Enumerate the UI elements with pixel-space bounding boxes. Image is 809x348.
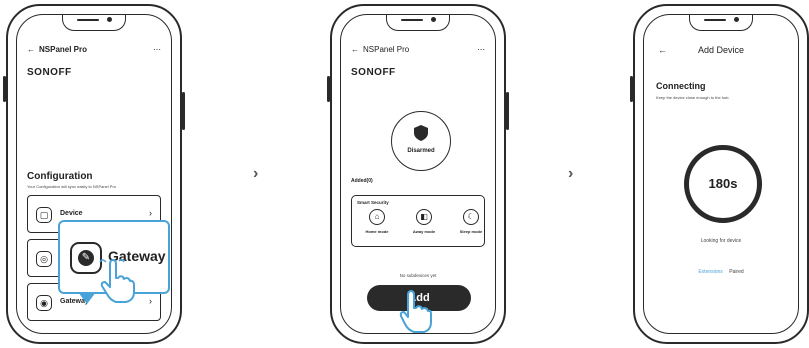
countdown-timer: 180s [684, 145, 762, 223]
arrow-left-icon[interactable]: ← [27, 45, 35, 54]
brand-logo: SONOFF [27, 67, 72, 78]
page-title: Add Device [697, 45, 745, 55]
app-bar: ← NSPanel Pro ⋯ [351, 45, 485, 59]
away-icon: ◧ [416, 209, 432, 225]
shield-icon [414, 125, 428, 141]
sleep-icon: ☾ [463, 209, 479, 225]
section-subtitle: Your Configuration will sync easily to N… [27, 184, 117, 189]
app-title: NSPanel Pro [363, 45, 410, 54]
power-button [506, 92, 509, 130]
extensions-link[interactable]: Extensions [698, 269, 722, 275]
result-links: Extensions Paired [644, 269, 798, 275]
app-bar: ← NSPanel Pro ⋯ [27, 45, 161, 59]
chevron-right-icon: › [149, 208, 152, 218]
smart-security-panel: Smart Security ⌂ Home mode ◧ Away mode ☾… [351, 195, 485, 247]
volume-button [327, 76, 330, 102]
more-icon[interactable]: ⋯ [477, 45, 485, 54]
section-title: Configuration [27, 171, 93, 182]
phone-notch [689, 15, 753, 31]
connecting-description: Keep the device close enough to the hub. [656, 95, 730, 100]
security-title: Smart Security [357, 200, 389, 205]
phone-screen: ← Add Device Connecting Keep the device … [643, 14, 799, 334]
power-button [182, 92, 185, 130]
search-status: Looking for device [700, 238, 742, 244]
home-mode-button[interactable]: ⌂ Home mode [356, 209, 398, 234]
away-mode-button[interactable]: ◧ Away mode [403, 209, 445, 234]
sleep-mode-button[interactable]: ☾ Sleep mode [450, 209, 492, 234]
connecting-heading: Connecting [656, 81, 706, 91]
empty-hint: No subdevices yet [399, 273, 437, 278]
device-icon: ▢ [36, 207, 52, 223]
home-icon: ⌂ [369, 209, 385, 225]
arm-status-label: Disarmed [407, 148, 435, 154]
phone-frame-add-device: ← Add Device Connecting Keep the device … [630, 4, 809, 344]
mode-label: Home mode [365, 229, 389, 234]
brand-logo: SONOFF [351, 67, 396, 78]
phone-screen: ← NSPanel Pro ⋯ SONOFF Disarmed Added(0)… [340, 14, 496, 334]
paired-link[interactable]: Paired [729, 269, 743, 275]
volume-button [3, 76, 6, 102]
added-count: Added(0) [351, 178, 373, 184]
next-step-chevron-icon: › [568, 165, 574, 182]
phone-notch [62, 15, 126, 31]
tap-hand-icon [99, 258, 135, 303]
volume-button [630, 76, 633, 102]
arm-status-button[interactable]: Disarmed [391, 111, 451, 171]
phone-notch [386, 15, 450, 31]
mode-label: Sleep mode [459, 229, 483, 234]
tap-hand-icon [399, 290, 432, 333]
mode-label: Away mode [412, 229, 436, 234]
hub-icon: ◎ [36, 251, 52, 267]
menu-item-label: Device [60, 210, 83, 217]
app-title: NSPanel Pro [39, 45, 88, 54]
gateway-icon: ◉ [36, 295, 52, 311]
next-step-chevron-icon: › [253, 165, 259, 182]
chevron-right-icon: › [149, 296, 152, 306]
arrow-left-icon[interactable]: ← [351, 45, 359, 54]
more-icon[interactable]: ⋯ [153, 45, 161, 54]
